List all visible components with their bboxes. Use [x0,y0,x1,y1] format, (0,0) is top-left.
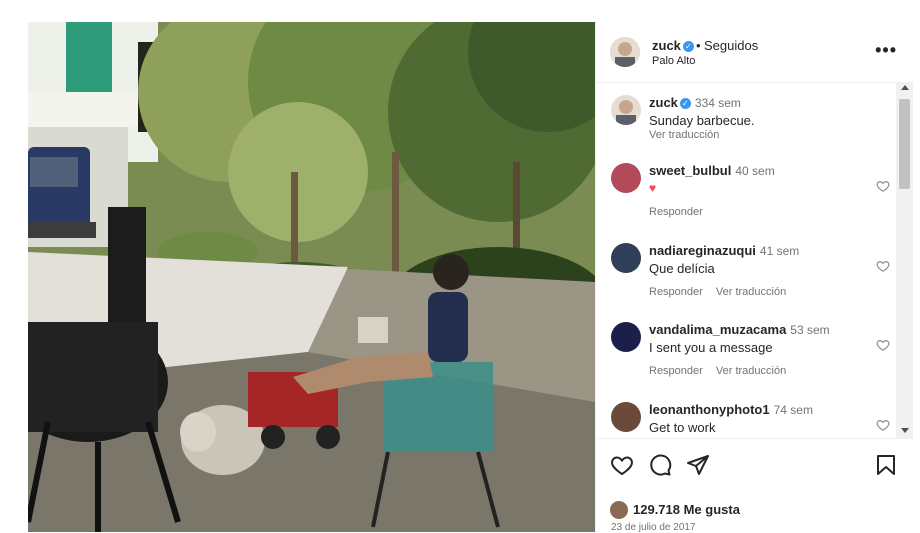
liker-avatar[interactable] [610,501,628,519]
comments-list[interactable]: zuck ✓ 334 sem Sunday barbecue. Ver traduc… [596,83,913,438]
scroll-down-arrow-icon[interactable] [901,428,909,433]
comment-item: leonanthonyphoto1 74 sem Get to work [596,400,896,438]
post-location[interactable]: Palo Alto [652,55,695,67]
caption-avatar[interactable] [611,95,641,125]
comment-username-row[interactable]: leonanthonyphoto1 74 sem [649,402,813,417]
caption-translate[interactable]: Ver traducción [649,129,729,141]
post-photo[interactable] [28,22,595,532]
post-header: zuck ✓ • Seguidos Palo Alto ••• [596,22,913,83]
caption-time[interactable]: 334 sem [695,96,741,110]
scroll-up-arrow-icon[interactable] [901,85,909,90]
barbecue-photo [28,22,595,532]
comment-text: Get to work [649,420,716,435]
caption-item: zuck ✓ 334 sem Sunday barbecue. Ver traduc… [596,93,896,153]
following-button[interactable]: Seguidos [704,38,758,53]
comment-like-heart-icon[interactable] [876,179,890,193]
post-modal: zuck ✓ • Seguidos Palo Alto ••• zuck ✓ 334 … [28,22,913,533]
reply-button[interactable]: Responder [649,206,703,218]
comment-icon[interactable] [648,453,672,477]
comment-like-heart-icon[interactable] [876,418,890,432]
comment-username[interactable]: vandalima_muzacama [649,322,786,337]
comment-username[interactable]: sweet_bulbul [649,163,731,178]
commenter-avatar[interactable] [611,243,641,273]
share-icon[interactable] [686,453,710,477]
verified-icon: ✓ [679,98,691,109]
comment-like-heart-icon[interactable] [876,259,890,273]
commenter-avatar[interactable] [611,402,641,432]
comment-text: ♥ [649,181,657,195]
post-actions-bar: 129.718 Me gusta 23 de julio de 2017 [596,438,913,533]
more-icon[interactable]: ••• [875,40,897,61]
commenter-avatar[interactable] [611,322,641,352]
comment-item: nadiareginazuqui 41 sem Que delícia Respo… [596,241,896,311]
comment-text: I sent you a message [649,340,773,355]
comment-actions: Responder Ver traducción [649,365,796,377]
comment-username-row[interactable]: vandalima_muzacama 53 sem [649,322,830,337]
comment-username[interactable]: leonanthonyphoto1 [649,402,770,417]
caption-username-row[interactable]: zuck ✓ 334 sem [649,95,741,110]
comment-item: vandalima_muzacama 53 sem I sent you a me… [596,320,896,390]
comment-time[interactable]: 74 sem [774,403,813,417]
scroll-thumb[interactable] [899,99,910,189]
separator-dot: • [696,38,701,53]
post-side-panel: zuck ✓ • Seguidos Palo Alto ••• zuck ✓ 334 … [595,22,913,533]
author-username-row[interactable]: zuck ✓ [652,38,694,53]
comment-username-row[interactable]: sweet_bulbul 40 sem [649,163,775,178]
caption-username[interactable]: zuck [649,95,678,110]
translate-link[interactable]: Ver traducción [716,286,786,298]
author-username[interactable]: zuck [652,38,681,53]
reply-button[interactable]: Responder [649,365,703,377]
likes-count[interactable]: 129.718 Me gusta [633,502,740,517]
verified-icon: ✓ [682,41,694,52]
translate-link[interactable]: Ver traducción [716,365,786,377]
comment-like-heart-icon[interactable] [876,338,890,352]
comment-actions: Responder Ver traducción [649,286,796,298]
author-avatar[interactable] [610,37,640,67]
comment-time[interactable]: 41 sem [760,244,799,258]
comment-actions: Responder [649,206,713,218]
comment-time[interactable]: 40 sem [735,164,774,178]
reply-button[interactable]: Responder [649,286,703,298]
comment-username-row[interactable]: nadiareginazuqui 41 sem [649,243,799,258]
commenter-avatar[interactable] [611,163,641,193]
heart-icon[interactable] [610,453,634,477]
caption-text: Sunday barbecue. [649,113,755,128]
comment-text: Que delícia [649,261,715,276]
comments-scrollbar[interactable] [896,83,913,438]
bookmark-icon[interactable] [874,453,898,477]
comment-username[interactable]: nadiareginazuqui [649,243,756,258]
comment-item: sweet_bulbul 40 sem ♥ Responder [596,161,896,231]
caption-translate-link[interactable]: Ver traducción [649,129,719,141]
comment-time[interactable]: 53 sem [790,323,829,337]
post-date[interactable]: 23 de julio de 2017 [611,522,696,533]
